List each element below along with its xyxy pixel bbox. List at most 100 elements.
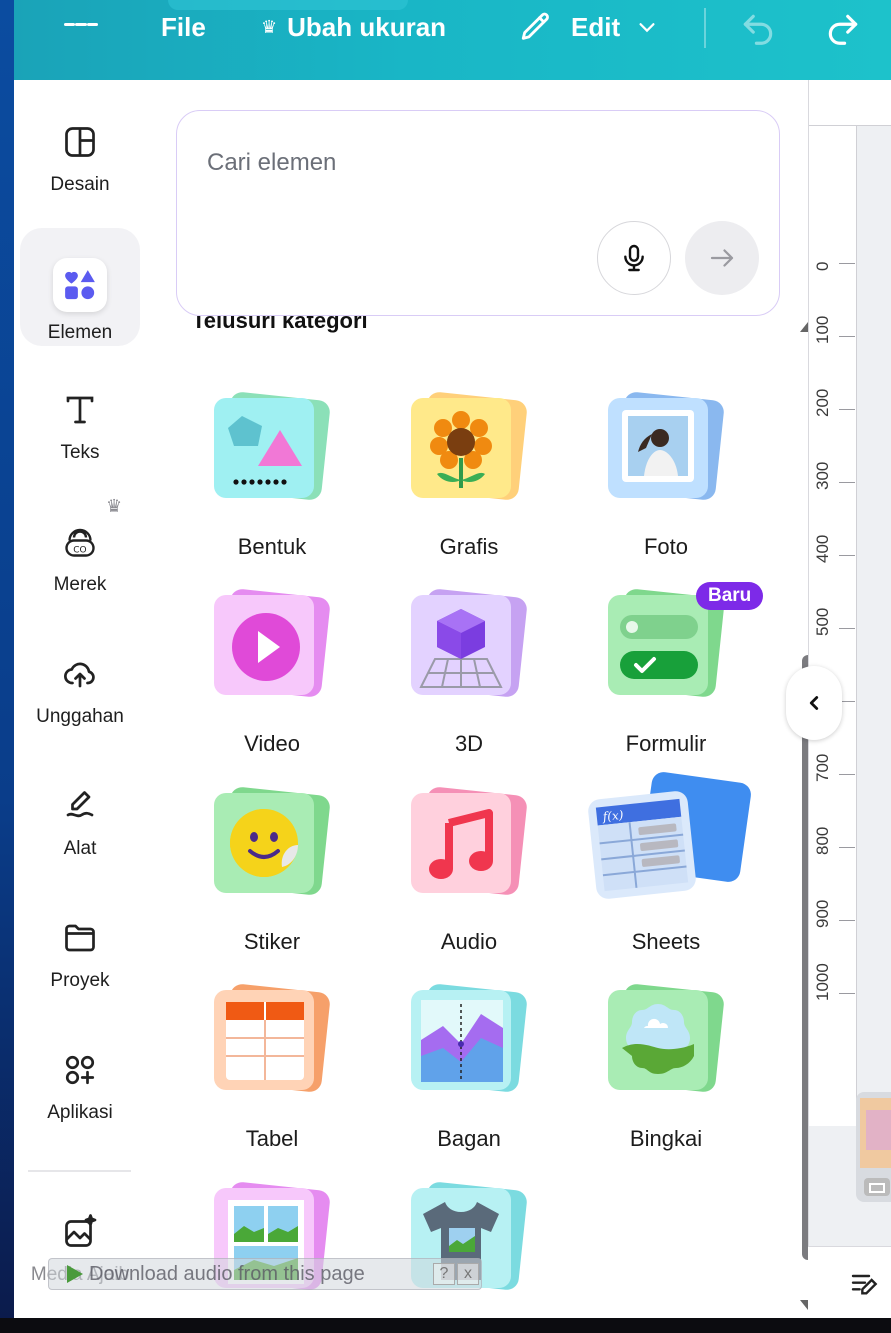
- ruler-tick: [839, 555, 855, 556]
- category-label: Bentuk: [237, 534, 307, 559]
- ruler-tick: [839, 774, 855, 775]
- sidebar-item-label: Elemen: [47, 322, 113, 343]
- category-sheets[interactable]: f(x) Sheets: [586, 770, 753, 955]
- collapse-panel-button[interactable]: [786, 666, 842, 740]
- file-menu-button[interactable]: File: [161, 12, 206, 43]
- microphone-icon: [624, 244, 644, 272]
- ruler-vertical: 01002003004005006007008009001000: [809, 126, 857, 1126]
- frame-icon: [622, 1004, 694, 1074]
- smiley-sticker-icon: [230, 809, 298, 877]
- ruler-tick: [839, 920, 855, 921]
- category-bentuk[interactable]: Bentuk: [192, 388, 352, 560]
- resize-button[interactable]: ♛ Ubah ukuran: [261, 12, 446, 43]
- ruler-horizontal: [809, 80, 891, 126]
- category-label: Foto: [643, 534, 689, 559]
- window-bottom-edge: [0, 1318, 891, 1333]
- category-bagan[interactable]: Bagan: [389, 980, 549, 1152]
- ruler-tick: [839, 847, 855, 848]
- redo-icon: [828, 14, 858, 45]
- draw-icon: [66, 791, 94, 818]
- new-badge: Baru: [696, 582, 764, 610]
- category-stiker[interactable]: Stiker: [192, 783, 352, 955]
- table-icon: [226, 1002, 304, 1080]
- sidebar-item-proyek[interactable]: Proyek: [14, 920, 146, 992]
- undo-button[interactable]: [739, 10, 777, 48]
- ruler-label: 900: [813, 899, 832, 928]
- crown-icon: ♛: [106, 496, 123, 516]
- category-3d[interactable]: 3D: [389, 585, 549, 757]
- category-foto[interactable]: Foto: [586, 388, 746, 560]
- category-audio[interactable]: Audio: [389, 783, 549, 955]
- category-tabel[interactable]: Tabel: [192, 980, 352, 1152]
- category-label: Audio: [440, 929, 498, 954]
- ruler-tick: [839, 993, 855, 994]
- menu-icon[interactable]: [64, 14, 98, 42]
- presentation-icon: [860, 1098, 891, 1196]
- layout-icon: [65, 127, 95, 157]
- chart-icon: [421, 1000, 503, 1082]
- spreadsheet-icon: f(x): [595, 798, 689, 892]
- category-label: Tabel: [245, 1126, 299, 1151]
- file-menu-label: File: [161, 12, 206, 42]
- edit-label: Edit: [571, 11, 621, 42]
- sidebar-item-label: Desain: [50, 174, 110, 195]
- play-icon: [67, 1265, 83, 1283]
- category-formulir[interactable]: Formulir: [586, 585, 746, 757]
- category-grafis[interactable]: Grafis: [389, 388, 549, 560]
- ruler-label: 700: [813, 753, 832, 782]
- close-button[interactable]: x: [457, 1263, 479, 1285]
- edit-mode-button[interactable]: Edit: [519, 10, 676, 44]
- ruler-label: 800: [813, 826, 832, 855]
- canva-editor: File ♛ Ubah ukuran Edit Desain Elemen Te…: [14, 0, 891, 1318]
- sidebar-item-merek[interactable]: CO Merek: [14, 524, 146, 596]
- search-input[interactable]: [207, 143, 707, 183]
- magic-media-icon: [65, 1214, 97, 1247]
- redo-button[interactable]: [824, 10, 862, 48]
- sidebar-item-aplikasi[interactable]: Aplikasi: [14, 1052, 146, 1124]
- category-bingkai[interactable]: Bingkai: [586, 980, 746, 1152]
- shapes-icon: [53, 258, 107, 312]
- music-note-icon: [429, 809, 493, 879]
- ruler-label: 1000: [813, 963, 832, 1001]
- cube-3d-icon: [419, 609, 503, 688]
- voice-search-button[interactable]: [597, 221, 671, 295]
- undo-icon: [743, 14, 773, 45]
- top-toolbar: File ♛ Ubah ukuran Edit: [14, 0, 891, 80]
- crown-icon: ♛: [261, 17, 278, 37]
- page-thumbnail[interactable]: [856, 1092, 891, 1202]
- toolbar-divider: [704, 8, 706, 48]
- browser-tab-edge: [168, 0, 408, 10]
- category-collage[interactable]: [192, 1178, 352, 1318]
- ruler-label: 400: [813, 534, 832, 563]
- sidebar-item-label: Unggahan: [36, 706, 124, 727]
- download-audio-text: Download audio from this page: [89, 1262, 365, 1285]
- notes-button[interactable]: [848, 1268, 882, 1305]
- ruler-tick: [839, 263, 855, 264]
- ruler-label: 200: [813, 388, 832, 417]
- help-button[interactable]: ?: [433, 1263, 455, 1285]
- sidebar-item-unggahan[interactable]: Unggahan: [14, 656, 146, 728]
- search-box: [176, 110, 780, 316]
- category-mockup[interactable]: [389, 1178, 549, 1318]
- text-icon: [66, 396, 94, 424]
- search-submit-button[interactable]: [685, 221, 759, 295]
- sidebar-item-label: Teks: [60, 442, 100, 463]
- sidebar-item-label: Proyek: [50, 970, 110, 991]
- ruler-label: 100: [813, 315, 832, 344]
- form-toggle-icon: [620, 615, 698, 679]
- sunflower-icon: [430, 411, 492, 488]
- notes-icon: [851, 1274, 878, 1295]
- sidebar-item-teks[interactable]: Teks: [14, 392, 146, 464]
- category-label: Grafis: [439, 534, 499, 559]
- download-audio-bar[interactable]: Download audio from this page ? x: [48, 1258, 482, 1290]
- sidebar-item-elemen[interactable]: Elemen: [14, 258, 146, 344]
- category-label: Formulir: [625, 731, 707, 756]
- sidebar-item-alat[interactable]: Alat: [14, 788, 146, 860]
- sidebar-item-desain[interactable]: Desain: [14, 124, 146, 196]
- brand-icon: CO: [65, 528, 95, 557]
- ruler-tick: [839, 409, 855, 410]
- category-video[interactable]: Video: [192, 585, 352, 757]
- category-label: Stiker: [243, 929, 301, 954]
- arrow-right-icon: [710, 249, 734, 267]
- pencil-icon: [521, 12, 549, 40]
